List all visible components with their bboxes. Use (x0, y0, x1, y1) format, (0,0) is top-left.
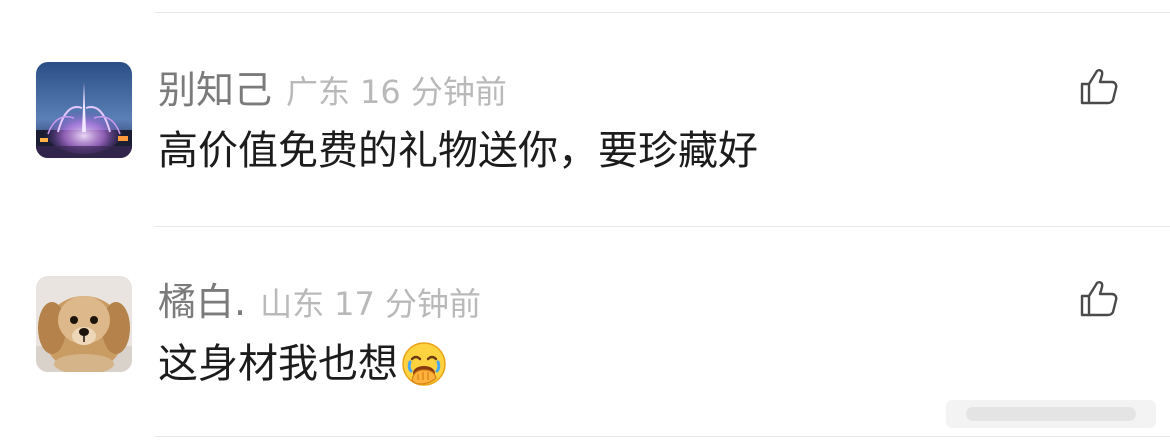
comment-meta: 别知己 广东 16 分钟前 (158, 71, 507, 109)
user-avatar[interactable] (36, 62, 132, 158)
location: 广东 (286, 73, 351, 111)
timestamp: 16 分钟前 (360, 73, 507, 111)
user-avatar[interactable] (36, 276, 132, 372)
comment-text: 这身材我也想 (158, 340, 448, 388)
username[interactable]: 橘白. (158, 280, 246, 324)
like-button[interactable] (1078, 278, 1120, 320)
comment-text-body: 高价值免费的礼物送你，要珍藏好 (158, 128, 758, 174)
puppy-photo-avatar (36, 276, 132, 372)
fountain-photo-avatar (36, 62, 132, 158)
thumbs-up-icon (1080, 281, 1118, 317)
thumbs-up-icon (1080, 69, 1118, 105)
comment-text-body: 这身材我也想 (158, 341, 398, 387)
timestamp: 17 分钟前 (334, 285, 482, 323)
top-divider (155, 12, 1170, 13)
watermark-blur (946, 394, 1156, 434)
comment-divider (155, 226, 1170, 227)
like-button[interactable] (1078, 66, 1120, 108)
face-with-hand-over-mouth-laughing-emoji (400, 340, 448, 388)
location: 山东 (260, 285, 325, 323)
comment-text: 高价值免费的礼物送你，要珍藏好 (158, 131, 758, 171)
bottom-divider (155, 436, 1170, 437)
comment-list: 别知己 广东 16 分钟前 高价值免费的礼物送你，要珍藏好 橘白. 山东 17 … (0, 0, 1170, 444)
username[interactable]: 别知己 (158, 68, 272, 112)
comment-meta: 橘白. 山东 17 分钟前 (158, 283, 481, 321)
